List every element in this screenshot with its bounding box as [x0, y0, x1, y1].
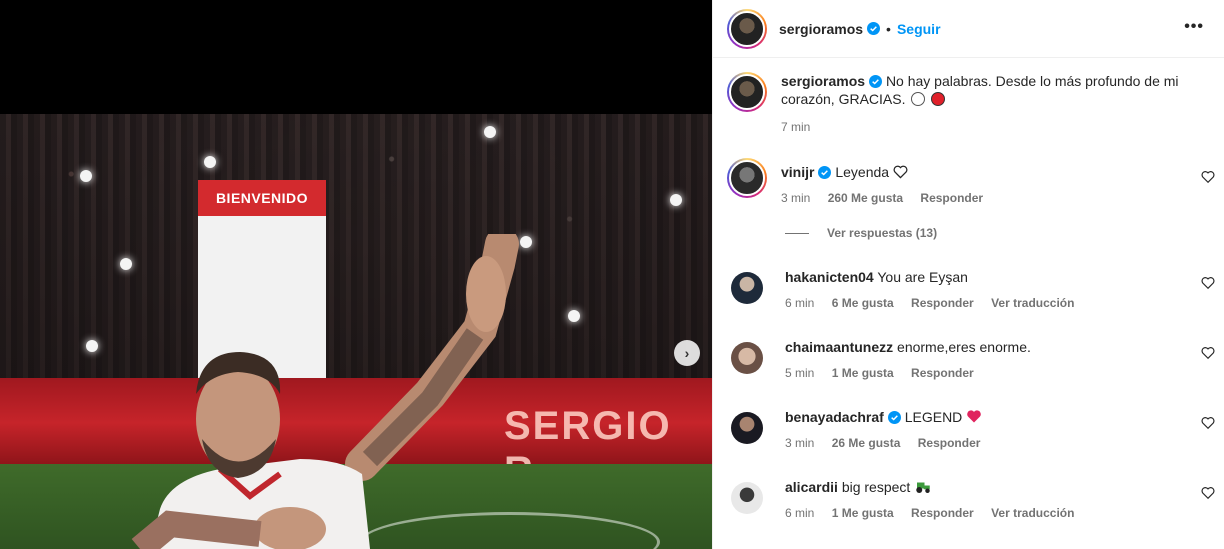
commenter-avatar[interactable]: [731, 272, 763, 304]
comment-username[interactable]: alicardii: [785, 479, 838, 495]
welcome-banner-text: BIENVENIDO: [198, 180, 326, 216]
comment-time: 3 min: [781, 191, 811, 205]
comment-username[interactable]: chaimaantunezz: [785, 339, 893, 355]
phone-light: [86, 340, 98, 352]
comment-text: enorme,eres enorme.: [897, 339, 1031, 355]
verified-badge-icon: [867, 22, 881, 35]
reply-button[interactable]: Responder: [911, 296, 974, 310]
like-heart-icon[interactable]: [1201, 416, 1215, 430]
phone-light: [670, 194, 682, 206]
post-media: BIENVENIDO SERGIO R ›: [0, 0, 712, 549]
next-slide-button[interactable]: ›: [674, 340, 700, 366]
caption-avatar[interactable]: [727, 72, 767, 112]
reply-button[interactable]: Responder: [920, 191, 983, 205]
caption-time: 7 min: [781, 120, 811, 134]
translate-button[interactable]: Ver traducción: [991, 506, 1074, 520]
comment-item: benayadachraf LEGEND 3 min 26 Me gusta R…: [727, 408, 1215, 450]
player-figure: [131, 234, 519, 549]
comment-time: 6 min: [785, 296, 815, 310]
translate-button[interactable]: Ver traducción: [991, 296, 1074, 310]
author-username[interactable]: sergioramos: [779, 21, 863, 37]
verified-badge-icon: [818, 166, 832, 179]
reply-button[interactable]: Responder: [918, 436, 981, 450]
more-options-icon[interactable]: •••: [1184, 18, 1204, 36]
post-caption: sergioramos No hay palabras. Desde lo má…: [727, 72, 1207, 136]
commenter-avatar[interactable]: [731, 412, 763, 444]
like-heart-icon[interactable]: [1201, 276, 1215, 290]
commenter-avatar[interactable]: [731, 482, 763, 514]
reply-button[interactable]: Responder: [911, 366, 974, 380]
author-avatar[interactable]: [727, 8, 767, 49]
like-heart-icon[interactable]: [1201, 346, 1215, 360]
caption-username[interactable]: sergioramos: [781, 73, 865, 89]
comment-text: LEGEND: [904, 409, 963, 425]
post-details-panel: sergioramos • Seguir ••• sergioramos No …: [712, 0, 1224, 549]
view-replies-button[interactable]: Ver respuestas (13): [785, 226, 937, 240]
phone-light: [204, 156, 216, 168]
comment-text: Leyenda: [835, 164, 890, 180]
red-heart-icon: [967, 410, 981, 423]
post-photo: BIENVENIDO SERGIO R ›: [0, 114, 712, 549]
tractor-icon: [916, 482, 930, 493]
comment-likes[interactable]: 260 Me gusta: [828, 191, 903, 205]
red-circle-icon: [931, 92, 946, 106]
comment-username[interactable]: hakanicten04: [785, 269, 874, 285]
comment-username[interactable]: vinijr: [781, 164, 814, 180]
follow-button[interactable]: Seguir: [897, 21, 941, 37]
comment-text: You are Eyşan: [877, 269, 968, 285]
white-circle-icon: [911, 92, 926, 106]
verified-badge-icon: [869, 75, 883, 88]
reply-button[interactable]: Responder: [911, 506, 974, 520]
phone-light: [568, 310, 580, 322]
white-heart-icon: [893, 165, 908, 179]
comment-item: hakanicten04 You are Eyşan 6 min 6 Me gu…: [727, 268, 1215, 310]
comment-likes[interactable]: 1 Me gusta: [832, 506, 894, 520]
phone-light: [484, 126, 496, 138]
comment-time: 6 min: [785, 506, 815, 520]
phone-light: [80, 170, 92, 182]
chevron-right-icon: ›: [684, 345, 690, 361]
verified-badge-icon: [887, 411, 901, 424]
view-replies-label: Ver respuestas (13): [827, 226, 938, 240]
comment-time: 5 min: [785, 366, 815, 380]
separator-dot: •: [886, 20, 891, 37]
commenter-avatar[interactable]: [727, 158, 767, 198]
like-heart-icon[interactable]: [1201, 486, 1215, 500]
comment-likes[interactable]: 6 Me gusta: [832, 296, 894, 310]
comment-item: vinijr Leyenda 3 min 260 Me gusta Respon…: [727, 158, 1215, 205]
comment-item: alicardii big respect 6 min 1 Me gusta R…: [727, 478, 1215, 520]
comment-username[interactable]: benayadachraf: [785, 409, 884, 425]
comment-text: big respect: [841, 479, 911, 495]
like-heart-icon[interactable]: [1201, 170, 1215, 184]
comment-likes[interactable]: 1 Me gusta: [832, 366, 894, 380]
post-header: sergioramos • Seguir •••: [713, 0, 1224, 58]
comment-item: chaimaantunezz enorme,eres enorme. 5 min…: [727, 338, 1215, 380]
comment-likes[interactable]: 26 Me gusta: [832, 436, 901, 450]
comment-time: 3 min: [785, 436, 815, 450]
commenter-avatar[interactable]: [731, 342, 763, 374]
